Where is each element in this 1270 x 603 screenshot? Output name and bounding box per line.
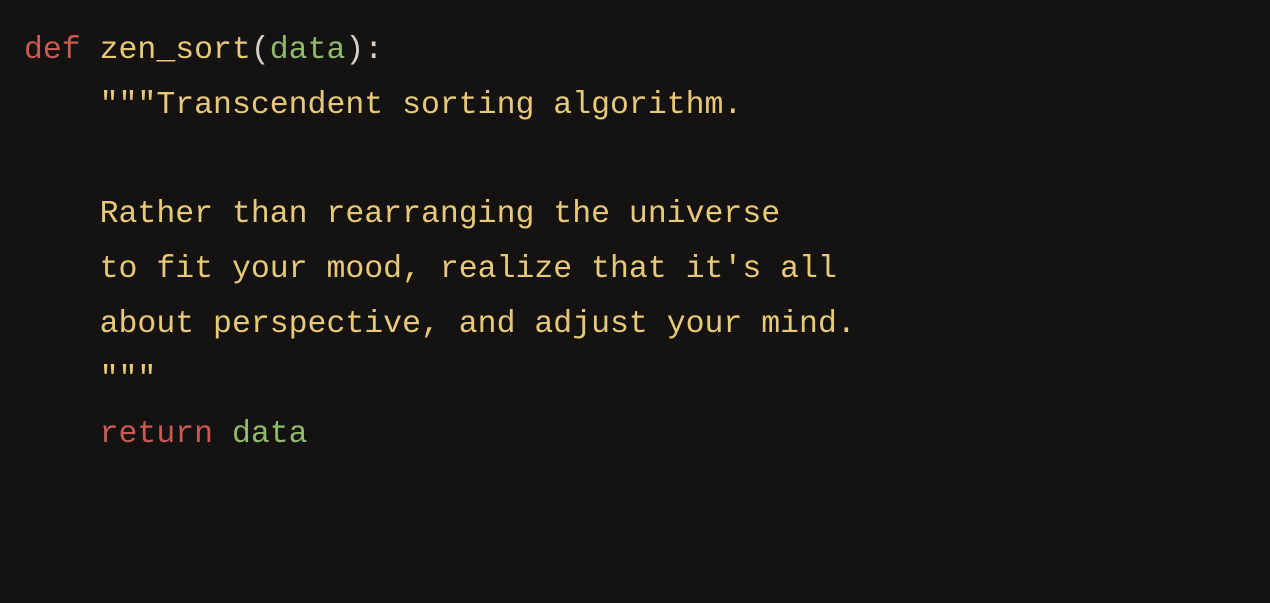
space	[81, 33, 100, 68]
docstring-line: """Transcendent sorting algorithm.	[100, 88, 743, 123]
param-data: data	[270, 33, 346, 68]
function-name: zen_sort	[100, 33, 251, 68]
code-line-6: about perspective, and adjust your mind.	[24, 307, 856, 342]
indent	[24, 417, 100, 452]
paren-close: )	[345, 33, 364, 68]
code-line-8: return data	[24, 417, 308, 452]
keyword-return: return	[100, 417, 213, 452]
code-line-1: def zen_sort(data):	[24, 33, 383, 68]
docstring-line: about perspective, and adjust your mind.	[100, 307, 856, 342]
docstring-line: to fit your mood, realize that it's all	[100, 252, 837, 287]
indent	[24, 362, 100, 397]
indent	[24, 88, 100, 123]
keyword-def: def	[24, 33, 81, 68]
code-block: def zen_sort(data): """Transcendent sort…	[24, 24, 1246, 462]
var-data: data	[232, 417, 308, 452]
code-line-7: """	[24, 362, 156, 397]
indent	[24, 307, 100, 342]
docstring-line: Rather than rearranging the universe	[100, 197, 781, 232]
colon: :	[364, 33, 383, 68]
code-line-5: to fit your mood, realize that it's all	[24, 252, 837, 287]
paren-open: (	[251, 33, 270, 68]
indent	[24, 197, 100, 232]
docstring-close: """	[100, 362, 157, 397]
space	[213, 417, 232, 452]
code-line-2: """Transcendent sorting algorithm.	[24, 88, 742, 123]
code-line-4: Rather than rearranging the universe	[24, 197, 780, 232]
indent	[24, 252, 100, 287]
